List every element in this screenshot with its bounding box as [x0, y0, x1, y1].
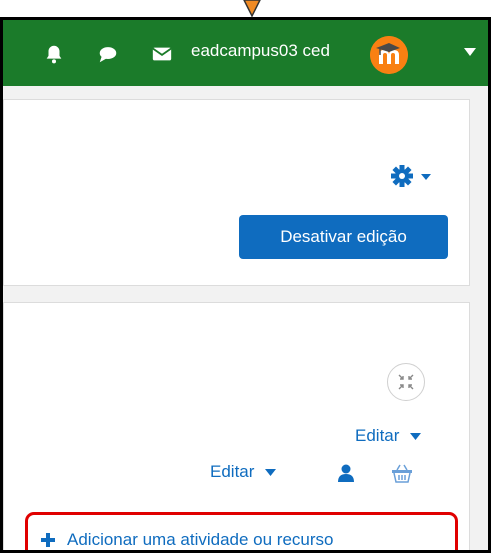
add-activity-link[interactable]: Adicionar uma atividade ou recurso	[41, 530, 333, 550]
edit-section-label: Editar	[355, 426, 400, 445]
moodle-logo-icon	[370, 36, 408, 74]
user-icon[interactable]	[338, 464, 354, 482]
gear-icon[interactable]	[391, 165, 431, 187]
chevron-down-icon	[409, 433, 421, 441]
basket-icon[interactable]	[391, 464, 413, 483]
chat-icon[interactable]	[97, 43, 119, 65]
bell-icon[interactable]	[43, 43, 65, 65]
edit-item-menu[interactable]: Editar	[210, 462, 276, 482]
collapse-all-button[interactable]	[387, 363, 425, 401]
plus-icon	[41, 533, 55, 547]
envelope-icon[interactable]	[150, 43, 174, 65]
user-menu-caret-icon[interactable]	[464, 48, 476, 56]
app-window: eadcampus03 ced Desativar edição Editar …	[0, 17, 491, 553]
add-activity-label: Adicionar uma atividade ou recurso	[67, 530, 334, 549]
edit-section-menu[interactable]: Editar	[355, 426, 421, 446]
top-navbar: eadcampus03 ced	[3, 20, 488, 86]
chevron-down-icon	[264, 469, 276, 477]
edit-item-label: Editar	[210, 462, 255, 481]
user-name[interactable]: eadcampus03 ced	[191, 41, 330, 61]
user-avatar[interactable]	[370, 36, 408, 74]
pointer-arrow-icon	[243, 0, 261, 18]
settings-menu[interactable]	[391, 165, 431, 192]
turn-editing-off-button[interactable]: Desativar edição	[239, 215, 448, 259]
collapse-all-icon	[398, 374, 414, 390]
